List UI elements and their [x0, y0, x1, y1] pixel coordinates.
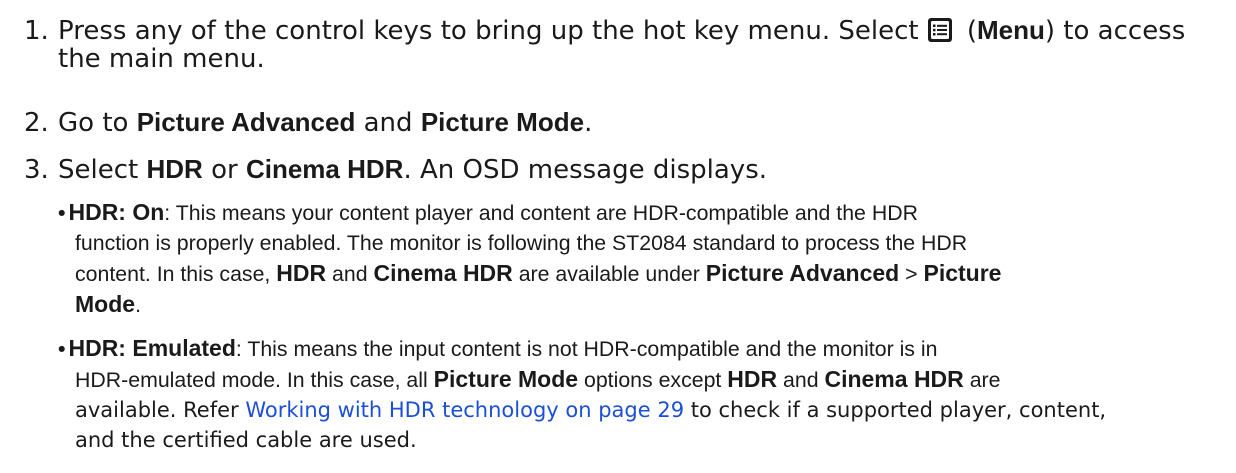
cinema-hdr-label: Cinema HDR [824, 366, 964, 392]
cinema-hdr-label: Cinema HDR [245, 154, 404, 184]
bullet-text: and the certified cable are used. [75, 428, 417, 452]
bullet-text: are available under [512, 262, 706, 286]
step-text: . [584, 108, 593, 138]
mode-label: Mode [75, 291, 136, 317]
cinema-hdr-label: Cinema HDR [373, 260, 513, 286]
step-text: . An OSD message displays. [403, 155, 768, 185]
bullet-text: options except [578, 368, 728, 392]
bullet-dot: • [58, 337, 66, 361]
step-text: Press any of the control keys to bring u… [58, 16, 919, 46]
bullet-dot: • [58, 201, 66, 225]
bullet-text: . [135, 293, 141, 317]
bullet-label: HDR: On [68, 199, 165, 225]
bullet-hdr-on: • HDR: On: This means your content player… [58, 197, 1228, 320]
bullet-text: : This means your content player and con… [164, 201, 918, 225]
bullet-text: to check if a supported player, content, [684, 398, 1107, 422]
hdr-label: HDR [727, 366, 778, 392]
step-text-end: ) to access [1044, 16, 1186, 46]
step-number: 2. [24, 108, 49, 138]
step-text: Select [58, 155, 147, 185]
bullet-text: and [326, 262, 374, 286]
hdr-technology-link[interactable]: Working with HDR technology on page 29 [245, 398, 684, 422]
hdr-label: HDR [146, 154, 203, 184]
bullet-text: content. In this case, [75, 262, 277, 286]
step-number: 3. [24, 155, 49, 185]
bullet-text: function is properly enabled. The monito… [75, 231, 968, 255]
bullet-text: and [777, 368, 825, 392]
bullet-text: : This means the input content is not HD… [235, 337, 938, 361]
step-text: and [355, 108, 421, 138]
hdr-label: HDR [276, 260, 327, 286]
picture-label: Picture [923, 260, 1002, 286]
bullet-text: available. Refer [75, 398, 246, 422]
picture-mode-label: Picture Mode [420, 107, 585, 137]
bullet-label: HDR: Emulated [68, 335, 236, 361]
picture-mode-label: Picture Mode [433, 366, 579, 392]
step-text: or [202, 155, 246, 185]
step-3: 3. Select HDR or Cinema HDR. An OSD messa… [24, 153, 767, 186]
step-text: Go to [58, 108, 137, 138]
step-number: 1. [24, 16, 49, 46]
step-1: 1. Press any of the control keys to bring… [24, 15, 1186, 74]
menu-label: Menu [977, 15, 1045, 45]
picture-advanced-label: Picture Advanced [136, 107, 356, 137]
breadcrumb-separator: > [899, 262, 924, 286]
menu-list-icon [927, 18, 952, 42]
picture-advanced-label: Picture Advanced [705, 260, 900, 286]
bullet-text: HDR-emulated mode. In this case, all [75, 368, 434, 392]
step-text-line2: the main menu. [58, 44, 265, 74]
bullet-text: are [963, 368, 1001, 392]
bullet-hdr-emulated: • HDR: Emulated: This means the input con… [58, 333, 1228, 455]
step-2: 2. Go to Picture Advanced and Picture Mod… [24, 106, 592, 139]
